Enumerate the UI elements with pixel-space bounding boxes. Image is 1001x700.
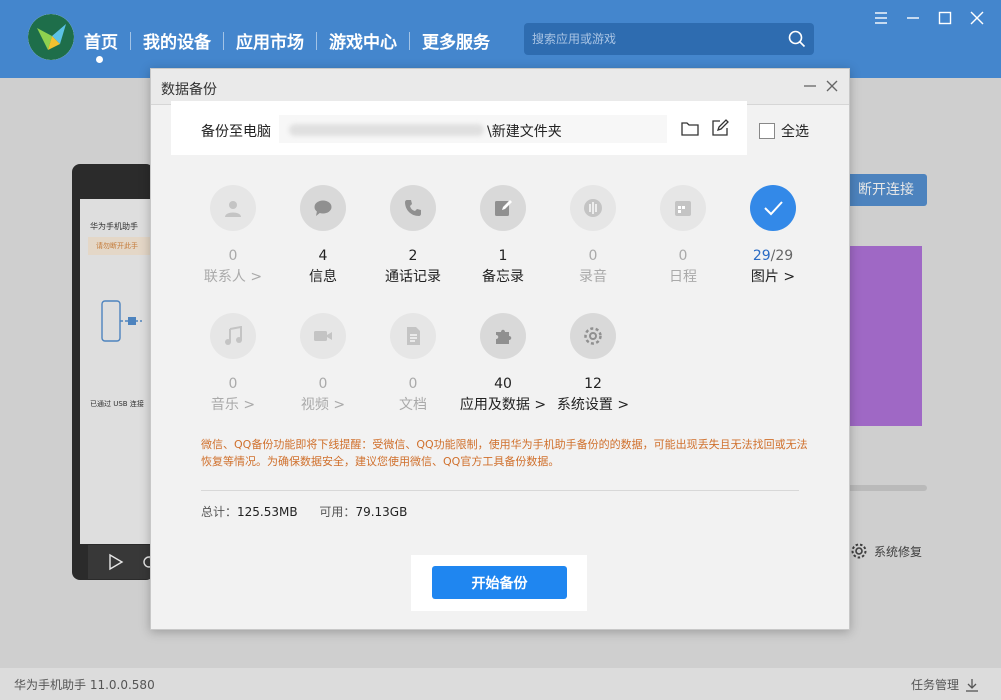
- item-label: 视频 >: [300, 397, 346, 413]
- select-all-label: 全选: [781, 124, 809, 140]
- total-count: /29: [770, 248, 794, 264]
- phone-icon: [390, 185, 436, 231]
- huawei-logo: [28, 14, 74, 60]
- top-header: 首页 我的设备 应用市场 游戏中心 更多服务: [0, 0, 1001, 78]
- backup-item-call-log[interactable]: 2 通话记录: [368, 185, 458, 286]
- item-count: 0: [408, 376, 418, 392]
- backup-item-system-settings[interactable]: 12 系统设置 >: [548, 313, 638, 414]
- recording-icon: [570, 185, 616, 231]
- divider: [201, 490, 799, 491]
- task-manager-label: 任务管理: [910, 678, 959, 692]
- contacts-icon: [210, 185, 256, 231]
- item-label: 录音: [579, 269, 607, 285]
- backup-item-calendar[interactable]: 0 日程: [638, 185, 728, 286]
- backup-item-memo[interactable]: 1 备忘录: [458, 185, 548, 286]
- dialog-title: 数据备份: [161, 82, 217, 98]
- nav-home[interactable]: 首页: [84, 28, 130, 53]
- selected-count: 29: [752, 248, 771, 264]
- backup-item-contacts[interactable]: 0 联系人 >: [188, 185, 278, 286]
- item-count: 29/29: [728, 248, 818, 264]
- search-input[interactable]: [524, 23, 780, 55]
- nav-my-devices[interactable]: 我的设备: [131, 28, 223, 53]
- item-count: 0: [228, 376, 238, 392]
- total-label: 总计：: [201, 505, 238, 519]
- menu-icon[interactable]: [871, 8, 891, 28]
- available-value: 79.13GB: [355, 505, 408, 519]
- wechat-qq-notice: 微信、QQ备份功能即将下线提醒：受微信、QQ功能限制，使用华为手机助手备份的的数…: [201, 438, 808, 468]
- item-count: 0: [318, 376, 328, 392]
- backup-item-documents[interactable]: 0 文档: [368, 313, 458, 414]
- start-backup-button[interactable]: 开始备份: [432, 566, 567, 599]
- storage-summary: 总计：125.53MB 可用：79.13GB: [201, 503, 425, 520]
- item-label: 应用及数据 >: [459, 397, 547, 413]
- music-icon: [210, 313, 256, 359]
- edit-icon[interactable]: [711, 119, 729, 137]
- nav-app-market[interactable]: 应用市场: [224, 28, 316, 53]
- app-version: 华为手机助手 11.0.0.580: [14, 678, 155, 692]
- total-value: 125.53MB: [237, 505, 298, 519]
- item-label: 系统设置 >: [556, 397, 630, 413]
- search-icon[interactable]: [788, 30, 806, 48]
- backup-to-label: 备份至电脑: [201, 124, 271, 140]
- settings-icon: [570, 313, 616, 359]
- memo-icon: [480, 185, 526, 231]
- item-count: 40: [494, 376, 512, 392]
- calendar-icon: [660, 185, 706, 231]
- dialog-header: 数据备份: [151, 69, 849, 105]
- download-icon: [966, 678, 978, 692]
- maximize-icon[interactable]: [935, 8, 955, 28]
- folder-icon[interactable]: [681, 120, 699, 136]
- item-label: 音乐 >: [210, 397, 256, 413]
- dialog-minimize-icon[interactable]: [803, 79, 817, 93]
- checkbox-box: [759, 123, 775, 139]
- backup-dialog: 数据备份 备份至电脑 \新建文件夹 全选 0 联系人 > 4 信息 2 通话记录…: [150, 68, 850, 630]
- video-icon: [300, 313, 346, 359]
- check-icon: [750, 185, 796, 231]
- backup-item-messages[interactable]: 4 信息: [278, 185, 368, 286]
- task-manager-link[interactable]: 任务管理: [911, 676, 979, 693]
- item-count: 0: [228, 248, 238, 264]
- item-label: 备忘录: [482, 269, 524, 285]
- backup-folder-name: \新建文件夹: [487, 124, 562, 140]
- status-bar: 华为手机助手 11.0.0.580 任务管理: [0, 668, 1001, 700]
- close-icon[interactable]: [967, 8, 987, 28]
- item-count: 4: [318, 248, 328, 264]
- item-label: 日程: [669, 269, 697, 285]
- nav-game-center[interactable]: 游戏中心: [317, 28, 409, 53]
- puzzle-icon: [480, 313, 526, 359]
- nav-more-services[interactable]: 更多服务: [410, 28, 502, 53]
- minimize-icon[interactable]: [903, 8, 923, 28]
- item-label: 联系人 >: [203, 269, 263, 285]
- item-label: 通话记录: [385, 269, 441, 285]
- blurred-path: [289, 124, 484, 136]
- item-label: 信息: [309, 269, 337, 285]
- start-backup-area: 开始备份: [411, 555, 587, 611]
- window-controls: [871, 8, 987, 28]
- available-label: 可用：: [319, 505, 356, 519]
- backup-item-apps-data[interactable]: 40 应用及数据 >: [458, 313, 548, 414]
- item-count: 12: [584, 376, 602, 392]
- backup-path-field[interactable]: \新建文件夹: [279, 115, 667, 143]
- backup-item-photos[interactable]: 29/29 图片 >: [728, 185, 818, 286]
- item-count: 1: [498, 248, 508, 264]
- backup-item-video[interactable]: 0 视频 >: [278, 313, 368, 414]
- document-icon: [390, 313, 436, 359]
- item-label: 图片 >: [750, 269, 796, 285]
- main-nav: 首页 我的设备 应用市场 游戏中心 更多服务: [84, 28, 502, 53]
- item-count: 2: [408, 248, 418, 264]
- item-label: 文档: [399, 397, 427, 413]
- backup-item-recordings[interactable]: 0 录音: [548, 185, 638, 286]
- item-count: 0: [588, 248, 598, 264]
- active-nav-indicator: [96, 56, 103, 63]
- backup-item-music[interactable]: 0 音乐 >: [188, 313, 278, 414]
- search-box: [524, 23, 814, 55]
- item-count: 0: [678, 248, 688, 264]
- message-icon: [300, 185, 346, 231]
- backup-path-row: 备份至电脑 \新建文件夹: [171, 101, 747, 155]
- select-all-checkbox[interactable]: 全选: [759, 121, 809, 141]
- dialog-close-icon[interactable]: [825, 79, 839, 93]
